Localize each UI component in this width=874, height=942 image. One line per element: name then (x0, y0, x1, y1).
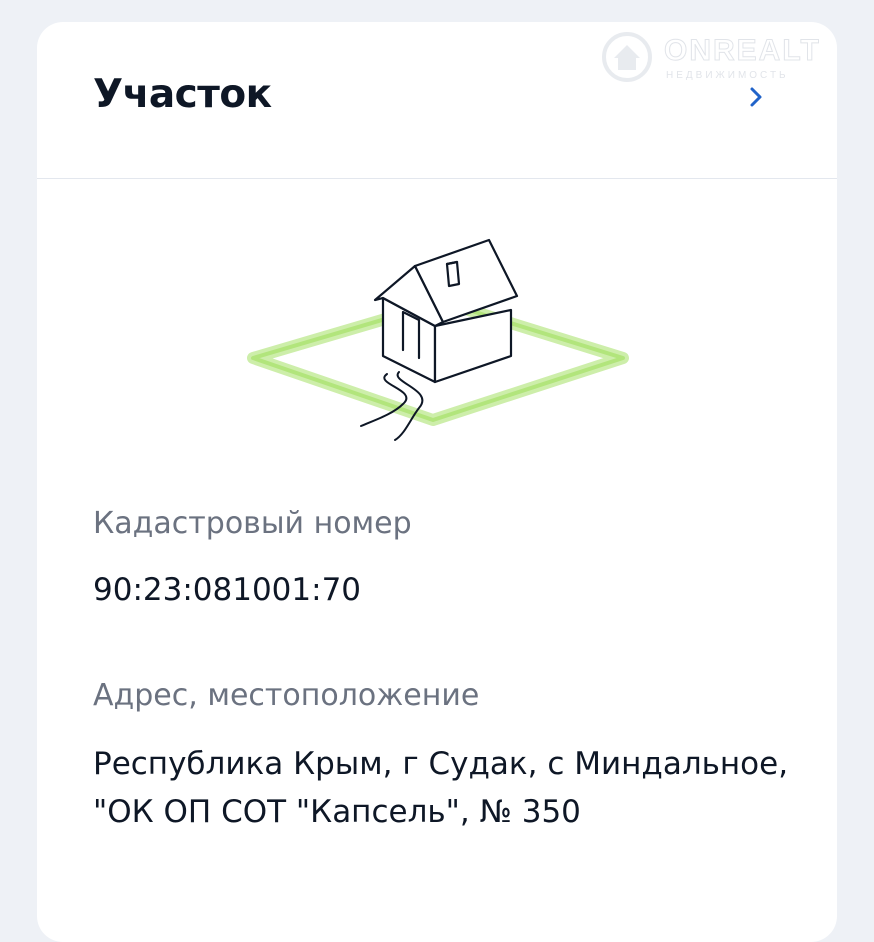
address-label: Адрес, местоположение (93, 678, 480, 713)
house-on-plot-illustration (247, 238, 629, 441)
cadastral-number-value: 90:23:081001:70 (93, 572, 362, 608)
address-value: Республика Крым, г Судак, с Миндальное, … (93, 746, 789, 830)
cadastral-number-label: Кадастровый номер (93, 506, 412, 541)
watermark-subtext: НЕДВИЖИМОСТЬ (666, 70, 789, 81)
watermark-text: ONREALT (664, 34, 821, 68)
plot-card: Участок Кадастровый номер 90:23:081001:7… (37, 22, 837, 942)
watermark-logo: ONREALT НЕДВИЖИМОСТЬ (600, 28, 850, 84)
house-logo-icon (602, 32, 652, 82)
card-title: Участок (93, 72, 272, 117)
chevron-right-icon[interactable] (743, 84, 769, 110)
